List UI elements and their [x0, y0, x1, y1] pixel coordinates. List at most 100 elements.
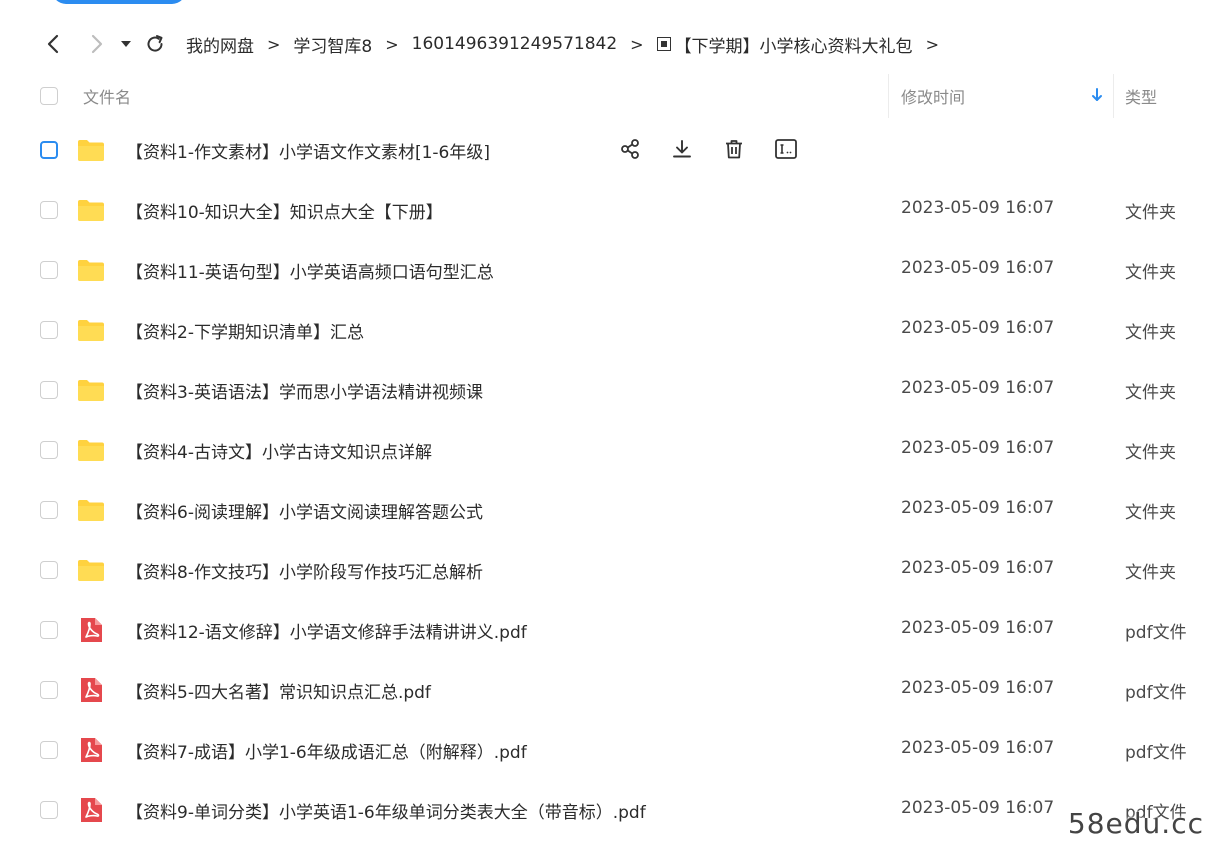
row-checkbox[interactable] [40, 621, 58, 639]
row-checkbox[interactable] [40, 261, 58, 279]
file-row[interactable]: 【资料6-阅读理解】小学语文阅读理解答题公式 2023-05-09 16:07 文件… [0, 480, 1220, 540]
file-row[interactable]: 【资料11-英语句型】小学英语高频口语句型汇总 2023-05-09 16:07 文… [0, 240, 1220, 300]
file-modified-time: 2023-05-09 16:07 [901, 798, 1055, 818]
file-type: pdf文件 [1125, 683, 1187, 703]
sort-down-arrow-icon[interactable] [1090, 86, 1104, 104]
forward-button[interactable] [80, 27, 114, 61]
column-divider [888, 74, 889, 118]
breadcrumb-separator: > [925, 34, 939, 54]
file-modified-time: 2023-05-09 16:07 [901, 318, 1055, 338]
chevron-left-icon [47, 34, 59, 54]
download-button[interactable] [668, 134, 696, 164]
download-icon [673, 140, 691, 158]
file-row[interactable]: 【资料4-古诗文】小学古诗文知识点详解 2023-05-09 16:07 文件夹 [0, 420, 1220, 480]
file-row[interactable]: 【资料8-作文技巧】小学阶段写作技巧汇总解析 2023-05-09 16:07 文件… [0, 540, 1220, 600]
file-list-header: 文件名 修改时间 类型 [0, 74, 1220, 118]
file-type: 文件夹 [1125, 203, 1176, 223]
folder-icon [76, 435, 106, 465]
file-name[interactable]: 【资料10-知识大全】知识点大全【下册】 [126, 198, 443, 223]
file-modified-time: 2023-05-09 16:07 [901, 378, 1055, 398]
file-modified-time: 2023-05-09 16:07 [901, 618, 1055, 638]
row-checkbox[interactable] [40, 381, 58, 399]
file-row[interactable]: 【资料12-语文修辞】小学语文修辞手法精讲讲义.pdf 2023-05-09 16… [0, 600, 1220, 660]
row-checkbox[interactable] [40, 681, 58, 699]
breadcrumb: 我的网盘 > 学习智库8 > 1601496391249571842 > 【下学… [186, 32, 952, 57]
refresh-icon [147, 35, 163, 52]
file-name[interactable]: 【资料11-英语句型】小学英语高频口语句型汇总 [126, 258, 494, 283]
back-button[interactable] [36, 27, 70, 61]
folder-icon [76, 315, 106, 345]
pdf-icon [76, 615, 106, 645]
breadcrumb-item-library[interactable]: 学习智库8 [293, 32, 372, 57]
file-modified-time: 2023-05-09 16:07 [901, 738, 1055, 758]
watermark: 58edu.cc [1067, 807, 1204, 840]
rename-icon [775, 139, 797, 159]
file-type: 文件夹 [1125, 323, 1176, 343]
history-dropdown-button[interactable] [114, 27, 138, 61]
row-checkbox[interactable] [40, 321, 58, 339]
breadcrumb-item-root[interactable]: 我的网盘 [186, 32, 254, 57]
file-type: pdf文件 [1125, 623, 1187, 643]
file-row[interactable]: 【资料5-四大名著】常识知识点汇总.pdf 2023-05-09 16:07 pdf… [0, 660, 1220, 720]
file-row[interactable]: 【资料2-下学期知识清单】汇总 2023-05-09 16:07 文件夹 [0, 300, 1220, 360]
breadcrumb-separator: > [267, 34, 281, 54]
caret-down-icon [121, 41, 131, 47]
file-name[interactable]: 【资料6-阅读理解】小学语文阅读理解答题公式 [126, 498, 483, 523]
file-type: 文件夹 [1125, 443, 1176, 463]
row-checkbox[interactable] [40, 501, 58, 519]
select-all-checkbox[interactable] [40, 87, 58, 105]
file-name[interactable]: 【资料9-单词分类】小学英语1-6年级单词分类表大全（带音标）.pdf [126, 798, 646, 823]
file-modified-time: 2023-05-09 16:07 [901, 558, 1055, 578]
share-icon [621, 139, 639, 159]
row-checkbox[interactable] [40, 201, 58, 219]
file-name[interactable]: 【资料4-古诗文】小学古诗文知识点详解 [126, 438, 432, 463]
row-checkbox[interactable] [40, 441, 58, 459]
row-checkbox[interactable] [40, 141, 58, 159]
file-modified-time: 2023-05-09 16:07 [901, 438, 1055, 458]
file-type: 文件夹 [1125, 383, 1176, 403]
file-name[interactable]: 【资料5-四大名著】常识知识点汇总.pdf [126, 678, 431, 703]
file-name[interactable]: 【资料1-作文素材】小学语文作文素材[1-6年级] [126, 138, 490, 163]
breadcrumb-item-current[interactable]: 【下学期】小学核心资料大礼包 [675, 32, 913, 57]
file-name[interactable]: 【资料3-英语语法】学而思小学语法精讲视频课 [126, 378, 483, 403]
file-modified-time: 2023-05-09 16:07 [901, 498, 1055, 518]
file-type: 文件夹 [1125, 563, 1176, 583]
file-modified-time: 2023-05-09 16:07 [901, 678, 1055, 698]
chevron-right-icon [91, 34, 103, 54]
row-checkbox[interactable] [40, 741, 58, 759]
folder-icon [76, 255, 106, 285]
breadcrumb-item-id[interactable]: 1601496391249571842 [412, 34, 618, 54]
row-checkbox[interactable] [40, 801, 58, 819]
file-type: 文件夹 [1125, 503, 1176, 523]
file-type: pdf文件 [1125, 743, 1187, 763]
breadcrumb-separator: > [385, 34, 399, 54]
column-header-time[interactable]: 修改时间 [901, 84, 965, 108]
folder-icon [76, 495, 106, 525]
top-tab-indicator [52, 0, 186, 4]
row-actions [616, 134, 824, 164]
delete-button[interactable] [720, 134, 748, 164]
navigation-bar: 我的网盘 > 学习智库8 > 1601496391249571842 > 【下学… [0, 22, 1220, 66]
file-row[interactable]: 【资料9-单词分类】小学英语1-6年级单词分类表大全（带音标）.pdf 2023-… [0, 780, 1220, 840]
folder-icon [76, 195, 106, 225]
file-name[interactable]: 【资料8-作文技巧】小学阶段写作技巧汇总解析 [126, 558, 483, 583]
file-row[interactable]: 【资料3-英语语法】学而思小学语法精讲视频课 2023-05-09 16:07 文件… [0, 360, 1220, 420]
file-modified-time: 2023-05-09 16:07 [901, 198, 1055, 218]
trash-icon [726, 140, 742, 159]
column-divider [1113, 74, 1114, 118]
breadcrumb-separator: > [630, 34, 644, 54]
column-header-type[interactable]: 类型 [1125, 84, 1157, 108]
file-modified-time: 2023-05-09 16:07 [901, 258, 1055, 278]
file-row[interactable]: 【资料1-作文素材】小学语文作文素材[1-6年级] [0, 120, 1220, 180]
file-name[interactable]: 【资料12-语文修辞】小学语文修辞手法精讲讲义.pdf [126, 618, 527, 643]
share-button[interactable] [616, 134, 644, 164]
refresh-button[interactable] [138, 27, 172, 61]
column-header-name[interactable]: 文件名 [83, 84, 131, 108]
file-row[interactable]: 【资料7-成语】小学1-6年级成语汇总（附解释）.pdf 2023-05-09 1… [0, 720, 1220, 780]
row-checkbox[interactable] [40, 561, 58, 579]
file-row[interactable]: 【资料10-知识大全】知识点大全【下册】 2023-05-09 16:07 文件夹 [0, 180, 1220, 240]
file-name[interactable]: 【资料7-成语】小学1-6年级成语汇总（附解释）.pdf [126, 738, 527, 763]
rename-button[interactable] [772, 134, 800, 164]
folder-icon [76, 135, 106, 165]
file-name[interactable]: 【资料2-下学期知识清单】汇总 [126, 318, 364, 343]
